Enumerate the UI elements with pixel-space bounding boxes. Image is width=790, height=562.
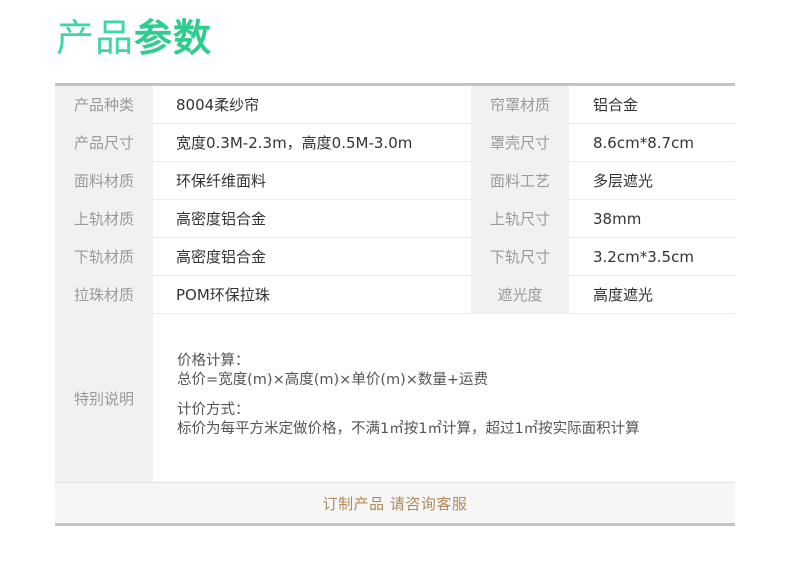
special-notes-row: 特别说明 价格计算： 总价=宽度(m)×高度(m)×单价(m)×数量+运费 计价… bbox=[55, 314, 735, 483]
contact-service-link[interactable]: 订制产品 请咨询客服 bbox=[55, 483, 735, 523]
spec-label: 产品尺寸 bbox=[55, 124, 153, 161]
spec-value: POM环保拉珠 bbox=[176, 286, 270, 304]
special-notes-label: 特别说明 bbox=[55, 314, 153, 482]
table-row: 下轨材质 高密度铝合金 下轨尺寸 3.2cm*3.5cm bbox=[55, 238, 735, 276]
table-row: 面料材质 环保纤维面料 面料工艺 多层遮光 bbox=[55, 162, 735, 200]
table-row: 上轨材质 高密度铝合金 上轨尺寸 38mm bbox=[55, 200, 735, 238]
table-row: 产品种类 8004柔纱帘 帘罩材质 铝合金 bbox=[55, 86, 735, 124]
title-light: 产品 bbox=[56, 16, 135, 60]
spec-label: 面料材质 bbox=[55, 162, 153, 199]
price-calc-heading: 价格计算： bbox=[177, 353, 250, 369]
title-bold: 参数 bbox=[134, 16, 213, 60]
spec-label: 下轨材质 bbox=[55, 238, 153, 275]
spec-value: 38mm bbox=[593, 209, 642, 228]
pricing-method-text: 标价为每平方米定做价格，不满1㎡按1㎡计算，超过1㎡按实际面积计算 bbox=[177, 421, 640, 437]
table-row: 产品尺寸 宽度0.3M-2.3m，高度0.5M-3.0m 罩壳尺寸 8.6cm*… bbox=[55, 124, 735, 162]
spec-value: 宽度0.3M-2.3m，高度0.5M-3.0m bbox=[176, 134, 413, 152]
spec-value: 高密度铝合金 bbox=[176, 210, 267, 228]
price-formula: 总价=宽度(m)×高度(m)×单价(m)×数量+运费 bbox=[177, 372, 489, 388]
pricing-method-heading: 计价方式： bbox=[177, 402, 250, 418]
spec-label: 帘罩材质 bbox=[471, 86, 569, 123]
spec-label: 罩壳尺寸 bbox=[471, 124, 569, 161]
special-notes-body: 价格计算： 总价=宽度(m)×高度(m)×单价(m)×数量+运费 计价方式： 标… bbox=[153, 314, 640, 482]
spec-value: 高密度铝合金 bbox=[176, 248, 267, 266]
page-title: 产品参数 bbox=[56, 14, 212, 62]
spec-value: 铝合金 bbox=[593, 96, 639, 114]
spec-value: 高度遮光 bbox=[593, 286, 654, 304]
spec-label: 上轨材质 bbox=[55, 200, 153, 237]
spec-value: 多层遮光 bbox=[593, 172, 654, 190]
spec-value: 3.2cm*3.5cm bbox=[593, 247, 694, 266]
spec-label: 产品种类 bbox=[55, 86, 153, 123]
spec-table: 产品种类 8004柔纱帘 帘罩材质 铝合金 产品尺寸 宽度0.3M-2.3m，高… bbox=[55, 83, 735, 526]
table-row: 拉珠材质 POM环保拉珠 遮光度 高度遮光 bbox=[55, 276, 735, 314]
spec-value: 8004柔纱帘 bbox=[176, 96, 260, 114]
spec-label: 面料工艺 bbox=[471, 162, 569, 199]
spec-label: 拉珠材质 bbox=[55, 276, 153, 313]
spec-label: 遮光度 bbox=[471, 276, 569, 313]
spec-label: 下轨尺寸 bbox=[471, 238, 569, 275]
spec-label: 上轨尺寸 bbox=[471, 200, 569, 237]
spec-value: 8.6cm*8.7cm bbox=[593, 133, 694, 152]
spec-value: 环保纤维面料 bbox=[176, 172, 267, 190]
